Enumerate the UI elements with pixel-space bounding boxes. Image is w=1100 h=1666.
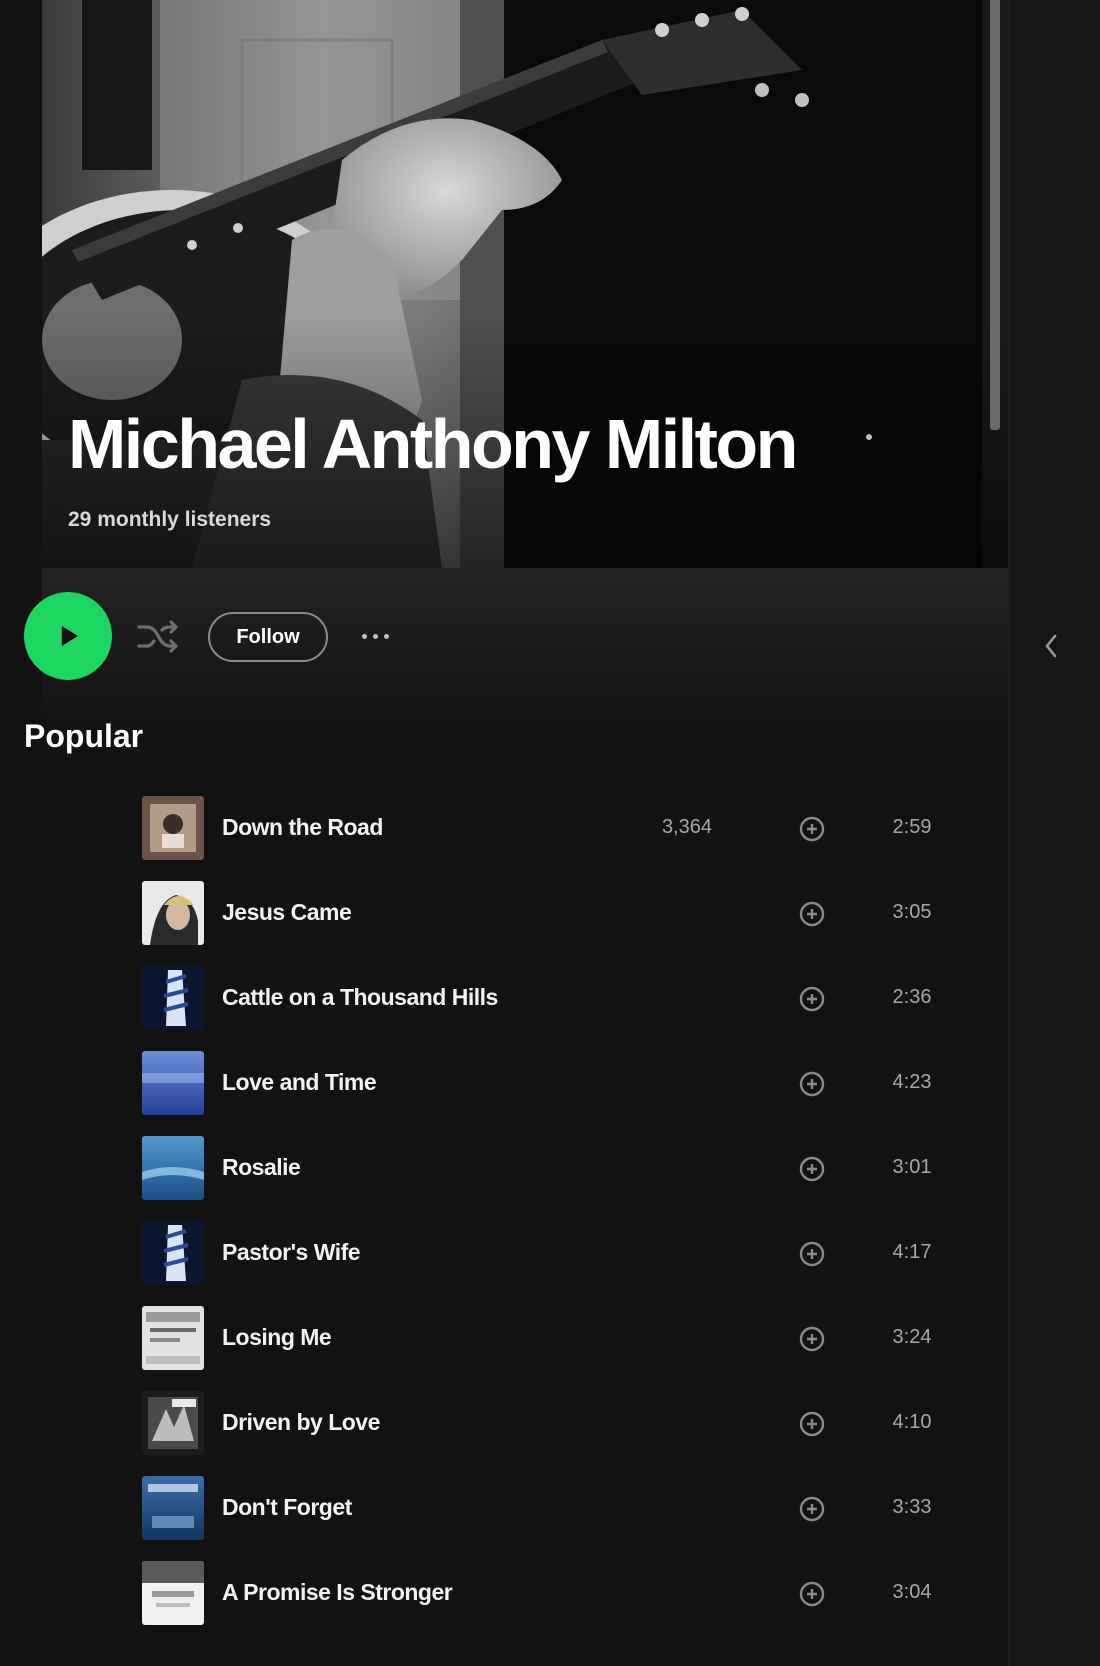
expand-sidebar-button[interactable] xyxy=(1040,628,1062,664)
left-gutter xyxy=(0,0,42,1666)
chevron-left-icon xyxy=(1045,634,1057,658)
track-row[interactable]: Driven by Love 4:10 xyxy=(42,1385,1008,1465)
track-title: Pastor's Wife xyxy=(222,1239,361,1265)
track-duration: 3:05 xyxy=(892,901,932,923)
track-title: Cattle on a Thousand Hills xyxy=(222,984,498,1010)
album-art xyxy=(142,1476,204,1540)
hero-scrollbar[interactable] xyxy=(990,0,1000,430)
monthly-listeners: 29 monthly listeners xyxy=(68,508,272,531)
section-title-popular: Popular xyxy=(24,718,144,754)
artist-name: Michael Anthony Milton xyxy=(68,405,798,483)
album-art xyxy=(142,1221,204,1285)
shuffle-icon xyxy=(137,620,178,653)
add-circle-icon xyxy=(799,1496,825,1522)
track-row[interactable]: Love and Time 4:23 xyxy=(42,1045,1008,1125)
track-title: Rosalie xyxy=(222,1154,301,1180)
track-row[interactable]: Pastor's Wife 4:17 xyxy=(42,1215,1008,1295)
track-row[interactable]: Don't Forget 3:33 xyxy=(42,1470,1008,1550)
track-duration: 4:10 xyxy=(892,1411,932,1433)
track-duration: 3:01 xyxy=(892,1156,932,1178)
play-button[interactable] xyxy=(24,592,112,680)
dot-icon xyxy=(866,434,872,440)
track-duration: 2:59 xyxy=(892,816,932,838)
track-plays: 3,364 xyxy=(661,816,712,838)
album-art xyxy=(142,796,204,860)
album-art xyxy=(142,966,204,1030)
album-art xyxy=(142,1391,204,1455)
track-title: Losing Me xyxy=(222,1324,332,1350)
track-title: A Promise Is Stronger xyxy=(222,1579,453,1605)
add-circle-icon xyxy=(799,1326,825,1352)
add-to-library-button[interactable] xyxy=(797,1154,827,1184)
add-to-library-button[interactable] xyxy=(797,1069,827,1099)
right-sidebar-collapsed xyxy=(1008,0,1100,1666)
track-duration: 4:17 xyxy=(892,1241,932,1263)
follow-button[interactable]: Follow xyxy=(208,612,328,662)
add-circle-icon xyxy=(799,1411,825,1437)
play-icon xyxy=(61,626,78,646)
add-to-library-button[interactable] xyxy=(797,1239,827,1269)
track-duration: 3:33 xyxy=(892,1496,932,1518)
album-art xyxy=(142,881,204,945)
add-circle-icon xyxy=(799,986,825,1012)
add-to-library-button[interactable] xyxy=(797,984,827,1014)
add-circle-icon xyxy=(799,1241,825,1267)
more-options-icon xyxy=(361,633,367,639)
track-duration: 3:04 xyxy=(892,1581,932,1603)
album-art xyxy=(142,1136,204,1200)
add-to-library-button[interactable] xyxy=(797,899,827,929)
shuffle-button[interactable] xyxy=(134,614,182,658)
more-options-icon xyxy=(372,633,378,639)
track-title: Down the Road xyxy=(222,814,383,840)
track-title: Love and Time xyxy=(222,1069,377,1095)
add-circle-icon xyxy=(799,816,825,842)
add-to-library-button[interactable] xyxy=(797,1409,827,1439)
album-art xyxy=(142,1306,204,1370)
more-options-icon xyxy=(383,633,389,639)
add-circle-icon xyxy=(799,1581,825,1607)
track-row[interactable]: Losing Me 3:24 xyxy=(42,1300,1008,1380)
track-title: Don't Forget xyxy=(222,1494,352,1520)
artist-hero: Michael Anthony Milton 29 monthly listen… xyxy=(42,0,1008,568)
track-duration: 4:23 xyxy=(892,1071,932,1093)
track-duration: 3:24 xyxy=(892,1326,932,1348)
add-to-library-button[interactable] xyxy=(797,1324,827,1354)
add-to-library-button[interactable] xyxy=(797,1579,827,1609)
add-circle-icon xyxy=(799,901,825,927)
more-options-button[interactable] xyxy=(350,618,400,654)
add-to-library-button[interactable] xyxy=(797,1494,827,1524)
track-row[interactable]: A Promise Is Stronger 3:04 xyxy=(42,1555,1008,1635)
add-circle-icon xyxy=(799,1071,825,1097)
album-art xyxy=(142,1051,204,1115)
track-row[interactable]: Cattle on a Thousand Hills 2:36 xyxy=(42,960,1008,1040)
track-title: Jesus Came xyxy=(222,899,352,925)
track-row[interactable]: Down the Road 3,364 2:59 xyxy=(42,790,1008,870)
track-row[interactable]: Jesus Came 3:05 xyxy=(42,875,1008,955)
add-to-library-button[interactable] xyxy=(797,814,827,844)
action-bar xyxy=(42,568,1008,728)
album-art xyxy=(142,1561,204,1625)
track-row[interactable]: Rosalie 3:01 xyxy=(42,1130,1008,1210)
add-circle-icon xyxy=(799,1156,825,1182)
track-title: Driven by Love xyxy=(222,1409,380,1435)
track-duration: 2:36 xyxy=(892,986,932,1008)
